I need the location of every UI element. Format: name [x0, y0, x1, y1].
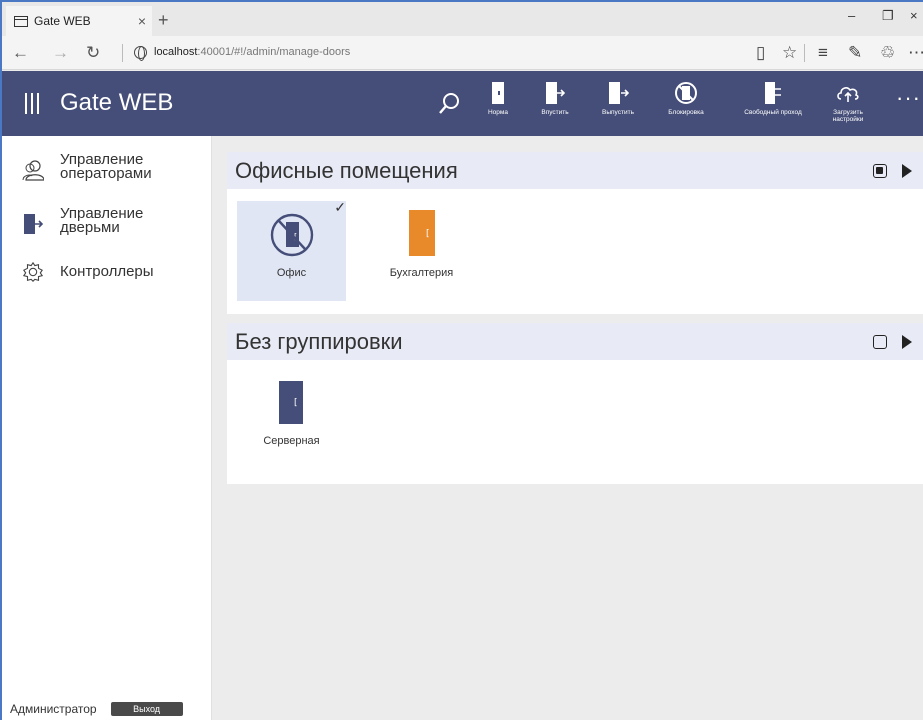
- tool-label: Впустить: [541, 109, 569, 116]
- door-tile[interactable]: [ Бухгалтерия: [367, 201, 476, 301]
- door-enter-icon: [24, 214, 44, 234]
- tool-label: Блокировка: [668, 109, 704, 116]
- url-field[interactable]: localhost:40001/#!/admin/manage-doors: [154, 46, 350, 58]
- logout-button[interactable]: Выход: [110, 702, 183, 716]
- app-header: Gate WEB Норма Впустить Выпустить Блокир…: [2, 71, 923, 136]
- door-name: Серверная: [263, 435, 320, 447]
- more-menu-icon[interactable]: ···: [896, 85, 921, 111]
- app-title: Gate WEB: [60, 89, 174, 116]
- tab-page-icon: [14, 15, 28, 27]
- door-icon: [: [409, 210, 435, 256]
- svg-text:[: [: [294, 398, 298, 408]
- blocked-door-icon: [675, 82, 697, 104]
- address-separator: [122, 44, 123, 62]
- browser-tab[interactable]: Gate WEB ×: [6, 6, 152, 36]
- restore-button[interactable]: ❐: [882, 8, 894, 24]
- door-exit-icon: [609, 82, 629, 104]
- door-tile[interactable]: [ Серверная: [237, 372, 346, 472]
- favorite-star-icon[interactable]: ☆: [782, 43, 797, 63]
- url-host: localhost: [154, 46, 198, 58]
- selected-check-icon: ✓: [334, 199, 346, 215]
- hub-icon[interactable]: ≡: [818, 43, 828, 63]
- refresh-icon[interactable]: ↻: [86, 43, 100, 63]
- tool-label: Норма: [487, 109, 508, 116]
- sidebar-item-label: Контроллеры: [60, 263, 154, 280]
- tool-label: Выпустить: [602, 109, 634, 116]
- door-group: Офисные помещения ✓ [ Офис [ Бухгалтерия: [227, 152, 923, 314]
- door-enter-icon: [546, 82, 566, 104]
- back-arrow-icon[interactable]: ←: [12, 43, 29, 63]
- close-window-button[interactable]: ×: [910, 8, 918, 23]
- door-open-icon: [765, 82, 781, 104]
- door-icon: [: [279, 381, 303, 424]
- group-select-checkbox[interactable]: [873, 164, 887, 178]
- tool-label: Загрузить настройки: [832, 109, 864, 123]
- reading-view-icon[interactable]: ▯: [756, 43, 765, 63]
- url-path: :40001/#!/admin/manage-doors: [197, 46, 351, 58]
- door-name: Бухгалтерия: [389, 267, 454, 279]
- svg-text:[: [: [426, 229, 430, 239]
- menu-icon[interactable]: [25, 93, 39, 114]
- tool-label: Свободный проход: [744, 109, 802, 116]
- tool-lock-button[interactable]: Блокировка: [663, 79, 709, 129]
- tool-norm-button[interactable]: Норма: [483, 79, 513, 129]
- group-header: Без группировки: [227, 323, 923, 360]
- search-icon[interactable]: [434, 89, 464, 119]
- browser-tab-strip: Gate WEB × + – ❐ ×: [2, 2, 923, 36]
- door-name: Офис: [276, 267, 307, 279]
- tool-free-pass-button[interactable]: Свободный проход: [735, 79, 811, 129]
- globe-icon: [134, 46, 147, 61]
- tool-upload-settings-button[interactable]: Загрузить настройки: [828, 79, 868, 129]
- browser-address-bar: ← → ↻ localhost:40001/#!/admin/manage-do…: [2, 36, 923, 70]
- blocked-door-icon: [: [270, 213, 314, 257]
- sidebar-item-label: Управление дверьми: [60, 205, 144, 236]
- group-expand-arrow-icon[interactable]: [902, 164, 912, 178]
- operators-icon: [22, 160, 44, 181]
- group-title: Без группировки: [235, 329, 403, 354]
- group-expand-arrow-icon[interactable]: [902, 335, 912, 349]
- door-group: Без группировки [ Серверная: [227, 323, 923, 484]
- tool-let-out-button[interactable]: Выпустить: [595, 79, 641, 129]
- sidebar-item-controllers[interactable]: Контроллеры: [2, 260, 212, 284]
- tab-title: Gate WEB: [34, 14, 91, 28]
- sidebar-footer: Администратор Выход: [10, 702, 183, 716]
- door-tile[interactable]: ✓ [ Офис: [237, 199, 346, 301]
- sidebar: Управление операторами Управление дверьм…: [2, 136, 212, 720]
- group-title: Офисные помещения: [235, 158, 458, 183]
- new-tab-button[interactable]: +: [158, 10, 169, 31]
- toolbar-separator: [804, 44, 805, 62]
- sidebar-item-label: Управление операторами: [60, 151, 152, 182]
- tool-let-in-button[interactable]: Впустить: [535, 79, 575, 129]
- cloud-upload-icon: [837, 87, 859, 102]
- sidebar-item-doors[interactable]: Управление дверьми: [2, 206, 212, 240]
- sidebar-item-operators[interactable]: Управление операторами: [2, 152, 212, 186]
- current-user: Администратор: [10, 702, 97, 716]
- gear-icon: [22, 261, 44, 282]
- browser-more-icon[interactable]: ⋯: [908, 43, 923, 63]
- group-select-checkbox[interactable]: [873, 335, 887, 349]
- web-note-icon[interactable]: ✎: [848, 43, 862, 63]
- door-icon: [492, 82, 504, 104]
- tab-close-button[interactable]: ×: [132, 13, 152, 29]
- forward-arrow-icon[interactable]: →: [52, 43, 69, 63]
- minimize-button[interactable]: –: [848, 8, 855, 23]
- share-icon[interactable]: ♲: [880, 43, 895, 63]
- group-header: Офисные помещения: [227, 152, 923, 189]
